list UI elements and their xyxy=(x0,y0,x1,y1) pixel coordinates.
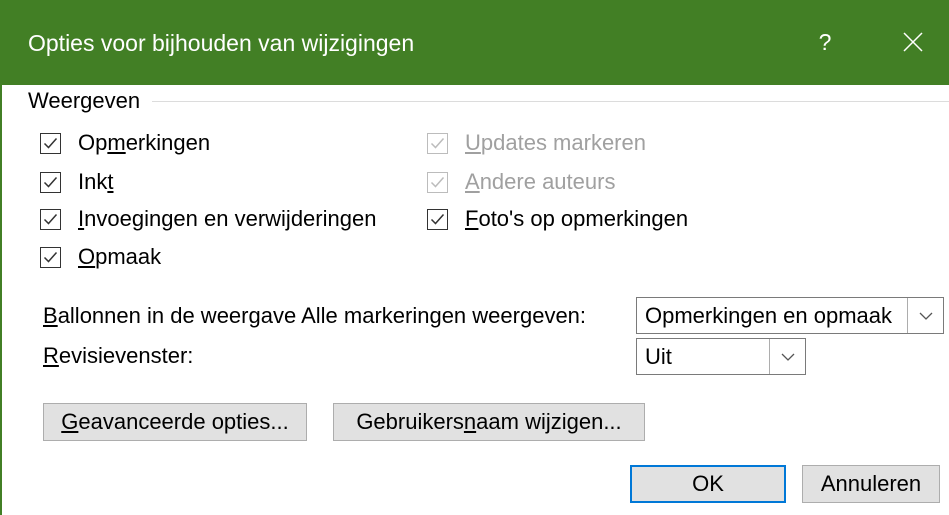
chevron-down-icon xyxy=(781,353,794,361)
chevron-down-icon xyxy=(919,312,932,320)
checkbox-opmaak[interactable]: Opmaak xyxy=(40,244,161,270)
checkbox-box[interactable] xyxy=(40,208,61,230)
checkbox-label: Opmaak xyxy=(78,244,162,269)
window-border xyxy=(0,85,2,515)
reviewing-pane-dropdown[interactable]: Uit xyxy=(636,338,806,375)
help-button[interactable]: ? xyxy=(806,21,844,63)
checkbox-box[interactable] xyxy=(427,208,448,230)
reviewing-pane-label: Revisievenster: xyxy=(43,343,194,368)
checkbox-fotos-op-opmerkingen[interactable]: Foto's op opmerkingen xyxy=(427,206,688,232)
checkmark-icon xyxy=(43,137,58,149)
checkbox-box[interactable] xyxy=(40,246,61,268)
advanced-options-button[interactable]: Geavanceerde opties... xyxy=(43,403,307,441)
checkbox-box[interactable] xyxy=(40,132,61,154)
checkmark-icon xyxy=(430,213,445,225)
reviewing-pane-dropdown-value: Uit xyxy=(645,343,672,369)
change-username-button[interactable]: Gebruikers n aam wijzigen... xyxy=(333,403,645,441)
checkbox-label: Invoegingen en verwijderingen xyxy=(78,206,377,231)
checkmark-icon xyxy=(43,251,58,263)
balloons-dropdown[interactable]: Opmerkingen en opmaak xyxy=(636,297,944,334)
checkbox-label: Inkt xyxy=(78,169,114,194)
checkmark-icon xyxy=(43,176,58,188)
balloons-dropdown-button[interactable] xyxy=(907,298,943,333)
checkbox-invoegingen-verwijderingen[interactable]: Invoegingen en verwijderingen xyxy=(40,206,376,232)
checkbox-box[interactable] xyxy=(40,171,61,193)
balloons-dropdown-value: Opmerkingen en opmaak xyxy=(645,302,893,328)
group-label-weergeven: Weergeven xyxy=(28,88,141,113)
checkmark-icon xyxy=(43,213,58,225)
reviewing-pane-dropdown-button[interactable] xyxy=(769,339,805,374)
checkbox-andere-auteurs: Andere auteurs xyxy=(427,169,615,195)
checkbox-box xyxy=(427,171,448,193)
cancel-button[interactable]: Annuleren xyxy=(802,465,940,503)
group-divider xyxy=(152,101,949,102)
checkbox-updates-markeren: Updates markeren xyxy=(427,130,646,156)
checkbox-label: Opmerkingen xyxy=(78,130,211,155)
dialog-title: Opties voor bijhouden van wijzigingen xyxy=(28,30,415,56)
title-bar: Opties voor bijhouden van wijzigingen ? xyxy=(0,0,949,85)
checkmark-icon xyxy=(430,176,445,188)
checkbox-label: Andere auteurs xyxy=(465,169,616,194)
checkbox-opmerkingen[interactable]: Opmerkingen xyxy=(40,130,210,156)
checkbox-inkt[interactable]: Inkt xyxy=(40,169,113,195)
close-icon xyxy=(903,32,923,52)
checkbox-box xyxy=(427,132,448,154)
checkbox-label: Updates markeren xyxy=(465,130,646,155)
checkmark-icon xyxy=(430,137,445,149)
checkbox-label: Foto's op opmerkingen xyxy=(465,206,689,231)
ok-button[interactable]: OK xyxy=(630,465,786,503)
close-button[interactable] xyxy=(890,19,936,65)
balloons-label: Ballonnen in de weergave Alle markeringe… xyxy=(43,303,587,328)
track-changes-options-dialog: Opties voor bijhouden van wijzigingen ? … xyxy=(0,0,949,515)
